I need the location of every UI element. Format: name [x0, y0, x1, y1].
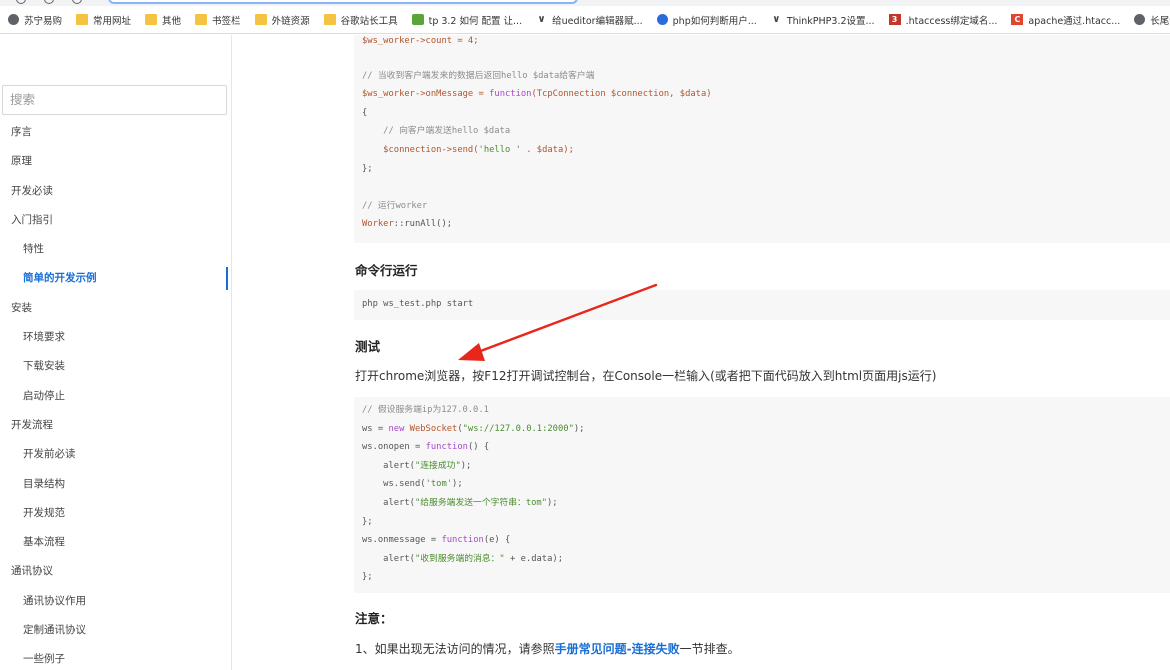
code-line: ws.send('tom'); — [362, 479, 463, 490]
sidebar-item[interactable]: 开发规范 — [0, 499, 232, 528]
sidebar-item[interactable]: 安装 — [0, 294, 232, 323]
bookmark-item[interactable]: ∨ ThinkPHP3.2设置... — [771, 13, 875, 27]
forward-icon[interactable] — [44, 0, 54, 4]
bookmark-item[interactable]: tp 3.2 如何 配置 让... — [411, 13, 523, 27]
paw-icon — [656, 14, 668, 25]
bookmark-label: ThinkPHP3.2设置... — [786, 15, 875, 27]
sidebar-item[interactable]: 开发流程 — [0, 411, 232, 440]
vw-icon: ∨ — [537, 14, 546, 25]
code-line: alert("给服务端发送一个字符串：tom"); — [362, 497, 558, 508]
sidebar-item[interactable]: 通讯协议 — [0, 557, 232, 586]
address-bar[interactable] — [108, 0, 578, 4]
bookmark-item[interactable]: 3 .htaccess绑定域名... — [888, 13, 998, 27]
bookmark-label: apache通过.htacc... — [1028, 15, 1121, 27]
bookmark-item[interactable]: 苏宁易购 — [8, 13, 62, 27]
sidebar-item[interactable]: 环境要求 — [0, 323, 232, 352]
sidebar-item[interactable]: 开发前必读 — [0, 440, 232, 469]
code-line: ws = new WebSocket("ws://127.0.0.1:2000"… — [362, 423, 585, 434]
globe-icon — [1134, 14, 1146, 25]
bookmark-item[interactable]: 长尾词挖掘工 — [1134, 13, 1170, 27]
sidebar-item[interactable]: 入门指引 — [0, 206, 232, 235]
code-line: $connection->send('hello ' . $data); — [362, 144, 574, 155]
sidebar-item[interactable]: 特性 — [0, 235, 232, 264]
bookmark-item[interactable]: 谷歌站长工具 — [323, 13, 398, 27]
code-line: }; — [362, 572, 373, 583]
sidebar-item[interactable]: 基本流程 — [0, 528, 232, 557]
code-line: }; — [362, 516, 373, 527]
bookmark-label: 给ueditor编辑器赋... — [552, 15, 643, 27]
heading-note: 注意： — [355, 611, 393, 626]
code-line: ws.onmessage = function(e) { — [362, 535, 511, 546]
code-line: $ws_worker->onMessage = function(TcpConn… — [362, 89, 712, 100]
bookmark-item[interactable]: 常用网址 — [76, 13, 131, 27]
pencil-icon — [411, 14, 424, 25]
sidebar-item[interactable]: 序言 — [0, 118, 232, 147]
bookmarks-bar: 苏宁易购 常用网址 其他 书签栏 外链资源 谷歌站长工具 tp 3.2 如何 配置 让...… — [0, 6, 1170, 34]
folder-icon — [195, 14, 208, 25]
sidebar-item[interactable]: 一些例子 — [0, 645, 232, 670]
sidebar-item[interactable]: 下载安装 — [0, 352, 232, 381]
bookmark-label: 书签栏 — [212, 15, 241, 27]
code-line: php ws_test.php start — [362, 299, 474, 309]
bookmark-item[interactable]: 外链资源 — [254, 13, 310, 27]
folder-icon — [145, 14, 158, 25]
table-of-contents: 序言 原理 开发必读 入门指引 特性 简单的开发示例 安装 环境要求 下载安装 启动停止 开发流程开… — [0, 118, 232, 670]
code-line: $ws_worker->count = 4; — [362, 36, 479, 46]
reload-icon[interactable] — [72, 0, 82, 4]
code-line: // 向客户端发送hello $data — [362, 126, 511, 137]
code-block-server: $ws_worker->count = 4; // 当收到客户端发来的数据后返回… — [354, 35, 1170, 243]
code-line: ws.onopen = function() { — [362, 442, 490, 453]
code-block-client: // 假设服务端ip为127.0.0.1 ws = new WebSocket(… — [354, 397, 1170, 593]
code-block-cli: php ws_test.php start — [354, 290, 1170, 320]
test-paragraph: 打开chrome浏览器，按F12打开调试控制台，在Console一栏输入(或者把… — [355, 369, 937, 383]
sidebar-item[interactable]: 通讯协议作用 — [0, 587, 232, 616]
vw-icon: ∨ — [772, 14, 781, 25]
bookmark-label: php如何判断用户... — [672, 15, 757, 27]
faq-connection-failed-link[interactable]: 手册常见问题-连接失败 — [555, 642, 680, 656]
code-line: // 运行worker — [362, 200, 428, 211]
bookmark-label: 苏宁易购 — [24, 15, 63, 27]
code-line: // 假设服务端ip为127.0.0.1 — [362, 405, 489, 415]
heading-test: 测试 — [355, 339, 381, 354]
note-paragraph: 1、如果出现无法访问的情况，请参照手册常见问题-连接失败一节排查。 — [355, 642, 740, 656]
sidebar-item[interactable]: 开发必读 — [0, 177, 232, 206]
sidebar: 搜索 序言 原理 开发必读 入门指引 特性 简单的开发示例 安装 环境要求 下载安装 启动停止 开发… — [0, 35, 232, 670]
main-content: $ws_worker->count = 4; // 当收到客户端发来的数据后返回… — [232, 35, 1170, 670]
code-line: alert("收到服务端的消息：" + e.data); — [362, 553, 563, 564]
bookmark-label: 长尾词挖掘工 — [1150, 15, 1170, 27]
folder-icon — [254, 14, 267, 25]
bookmark-item[interactable]: Capache通过.htacc... — [1011, 13, 1120, 27]
bookmark-label: 谷歌站长工具 — [340, 15, 398, 27]
arrow-head — [458, 343, 485, 361]
heading-cli: 命令行运行 — [355, 263, 418, 278]
bookmark-label: .htaccess绑定域名... — [905, 15, 998, 27]
bookmark-label: 外链资源 — [271, 15, 310, 27]
bookmark-item[interactable]: 书签栏 — [195, 13, 241, 27]
bookmark-label: 其他 — [162, 15, 182, 27]
sidebar-item[interactable]: 定制通讯协议 — [0, 616, 232, 645]
sidebar-item[interactable]: 简单的开发示例 — [0, 264, 232, 293]
back-icon[interactable] — [16, 0, 26, 4]
code-line: }; — [362, 163, 373, 174]
bookmark-item[interactable]: php如何判断用户... — [656, 13, 757, 27]
code-line: { — [362, 107, 368, 118]
globe-icon — [8, 14, 19, 25]
code-line: Worker::runAll(); — [362, 219, 453, 230]
code-line: alert("连接成功"); — [362, 460, 472, 471]
sidebar-item[interactable]: 目录结构 — [0, 470, 232, 499]
c-icon: C — [1011, 14, 1024, 25]
folder-icon — [323, 14, 336, 25]
bookmark-label: 常用网址 — [93, 15, 132, 27]
sidebar-item[interactable]: 原理 — [0, 147, 232, 176]
b3-icon: 3 — [888, 14, 901, 25]
bookmark-label: tp 3.2 如何 配置 让... — [428, 15, 523, 27]
folder-icon — [76, 14, 89, 25]
sidebar-item[interactable]: 启动停止 — [0, 382, 232, 411]
bookmark-item[interactable]: 其他 — [145, 13, 181, 27]
bookmark-item[interactable]: ∨ 给ueditor编辑器赋... — [536, 13, 643, 27]
code-line: // 当收到客户端发来的数据后返回hello $data给客户端 — [362, 70, 595, 81]
search-input[interactable]: 搜索 — [2, 85, 227, 115]
